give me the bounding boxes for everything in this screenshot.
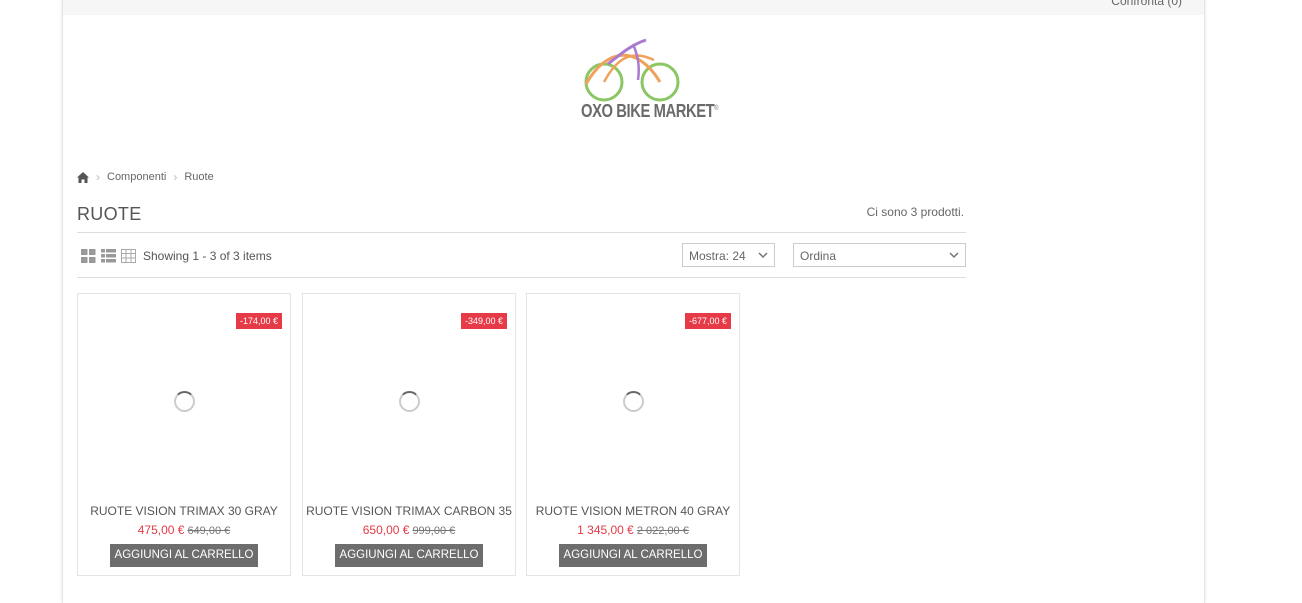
product-card[interactable]: -349,00 € RUOTE VISION TRIMAX CARBON 35 …	[302, 293, 516, 576]
product-price: 650,00 €	[362, 523, 410, 537]
view-switcher	[81, 249, 136, 263]
add-to-cart-button[interactable]: AGGIUNGI AL CARRELLO	[559, 544, 707, 567]
product-card[interactable]: -677,00 € RUOTE VISION METRON 40 GRAY 1 …	[526, 293, 740, 576]
product-name[interactable]: RUOTE VISION METRON 40 GRAY	[527, 504, 739, 518]
product-prices: 1 345,00 €2 022,00 €	[527, 523, 739, 537]
show-per-page-select[interactable]: Mostra: 24	[682, 243, 775, 267]
logo-text: OXO BIKE MARKET®	[581, 101, 719, 121]
chevron-down-icon	[949, 252, 959, 259]
product-name[interactable]: RUOTE VISION TRIMAX CARBON 35	[303, 504, 515, 518]
breadcrumb-item-ruote: Ruote	[184, 171, 214, 183]
showing-count: Showing 1 - 3 of 3 items	[143, 249, 272, 263]
add-to-cart-button[interactable]: AGGIUNGI AL CARRELLO	[110, 544, 258, 567]
divider	[77, 232, 966, 233]
discount-badge: -677,00 €	[684, 313, 731, 329]
loading-spinner-icon	[623, 391, 644, 412]
table-view-icon[interactable]	[121, 249, 136, 263]
loading-spinner-icon	[174, 391, 195, 412]
site-logo[interactable]: OXO BIKE MARKET®	[578, 36, 718, 128]
page-container: Confronta (0) OXO BIKE MARKET® › Compone…	[62, 0, 1205, 603]
discount-badge: -349,00 €	[460, 313, 507, 329]
chevron-down-icon	[758, 252, 768, 259]
product-price: 1 345,00 €	[577, 523, 634, 537]
breadcrumb-separator-icon: ›	[173, 170, 178, 184]
breadcrumb-separator-icon: ›	[96, 170, 100, 184]
product-price: 475,00 €	[137, 523, 185, 537]
product-prices: 475,00 €649,00 €	[78, 523, 290, 537]
product-old-price: 2 022,00 €	[636, 525, 689, 537]
breadcrumb-item-componenti[interactable]: Componenti	[107, 171, 166, 183]
discount-badge: -174,00 €	[235, 313, 282, 329]
home-icon[interactable]	[77, 171, 89, 183]
product-name[interactable]: RUOTE VISION TRIMAX 30 GRAY	[78, 504, 290, 518]
product-prices: 650,00 €999,00 €	[303, 523, 515, 537]
show-per-page-value: Mostra: 24	[689, 249, 746, 263]
loading-spinner-icon	[399, 391, 420, 412]
grid-view-icon[interactable]	[81, 249, 96, 263]
page-title: RUOTE	[77, 204, 142, 224]
bike-logo-icon	[584, 38, 680, 102]
sort-select[interactable]: Ordina	[793, 243, 966, 267]
compare-link[interactable]: Confronta (0)	[1111, 0, 1182, 8]
breadcrumb: › Componenti › Ruote	[77, 170, 214, 184]
product-card[interactable]: -174,00 € RUOTE VISION TRIMAX 30 GRAY 47…	[77, 293, 291, 576]
product-old-price: 649,00 €	[187, 525, 231, 537]
product-count: Ci sono 3 prodotti.	[866, 205, 964, 219]
list-view-icon[interactable]	[101, 249, 116, 263]
top-bar: Confronta (0)	[63, 0, 1204, 15]
divider	[77, 277, 966, 278]
product-old-price: 999,00 €	[412, 525, 456, 537]
sort-value: Ordina	[800, 249, 837, 263]
add-to-cart-button[interactable]: AGGIUNGI AL CARRELLO	[335, 544, 483, 567]
